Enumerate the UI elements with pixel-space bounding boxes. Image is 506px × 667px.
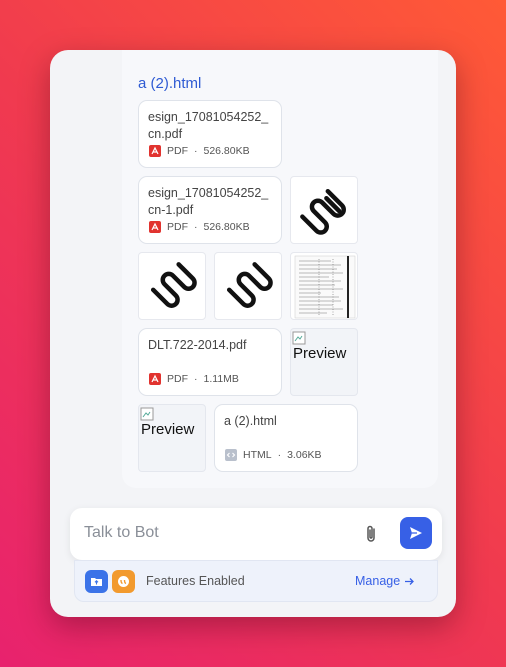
file-card-pdf[interactable]: esign_17081054252_cn-1.pdf PDF · 526.80K… bbox=[138, 176, 282, 244]
meta-separator: · bbox=[194, 145, 198, 157]
file-name: DLT.722-2014.pdf bbox=[148, 338, 247, 352]
meta-separator: · bbox=[194, 373, 198, 385]
broken-image-icon bbox=[140, 407, 154, 421]
chat-input[interactable]: Talk to Bot bbox=[84, 524, 159, 542]
manage-link[interactable]: Manage bbox=[355, 574, 415, 588]
pdf-icon bbox=[149, 221, 161, 233]
file-name: esign_17081054252_cn-1.pdf bbox=[148, 186, 269, 217]
broken-image-icon bbox=[292, 331, 306, 345]
file-meta: HTML · 3.06KB bbox=[225, 449, 322, 461]
spring-logo-icon bbox=[300, 188, 346, 235]
image-preview-broken[interactable]: Preview bbox=[138, 404, 206, 472]
file-type: HTML bbox=[243, 449, 272, 461]
paperclip-icon bbox=[367, 525, 375, 542]
file-card-pdf[interactable]: DLT.722-2014.pdf PDF · 1.11MB bbox=[138, 328, 282, 396]
send-button[interactable] bbox=[400, 517, 432, 549]
file-card-html[interactable]: a (2).html HTML · 3.06KB bbox=[214, 404, 358, 472]
file-meta: PDF · 1.11MB bbox=[149, 373, 239, 385]
file-type: PDF bbox=[167, 145, 188, 157]
file-size: 526.80KB bbox=[203, 145, 250, 157]
file-name: a (2).html bbox=[224, 414, 277, 428]
pdf-icon bbox=[149, 373, 161, 385]
pdf-icon bbox=[149, 145, 161, 157]
file-type: PDF bbox=[167, 373, 188, 385]
file-size: 526.80KB bbox=[203, 221, 250, 233]
file-meta: PDF · 526.80KB bbox=[149, 221, 250, 233]
spring-logo-icon bbox=[226, 262, 273, 308]
spring-logo-icon bbox=[150, 262, 197, 308]
html-icon bbox=[225, 449, 237, 461]
image-thumbnail-logo[interactable] bbox=[290, 176, 358, 244]
features-label: Features Enabled bbox=[146, 574, 245, 588]
chat-window: a (2).html esign_17081054252_cn.pdf PDF … bbox=[50, 50, 456, 617]
image-thumbnail-logo[interactable] bbox=[214, 252, 282, 320]
arrow-right-icon bbox=[405, 577, 415, 585]
document-page-icon bbox=[294, 255, 356, 319]
file-type: PDF bbox=[167, 221, 188, 233]
quote-icon[interactable] bbox=[112, 570, 135, 593]
file-card-pdf[interactable]: esign_17081054252_cn.pdf PDF · 526.80KB bbox=[138, 100, 282, 168]
meta-separator: · bbox=[277, 449, 282, 461]
file-size: 3.06KB bbox=[287, 449, 322, 461]
file-size: 1.11MB bbox=[203, 373, 239, 385]
html-file-link[interactable]: a (2).html bbox=[138, 75, 201, 92]
file-name: esign_17081054252_cn.pdf bbox=[148, 110, 269, 141]
chat-input-bar: Talk to Bot bbox=[70, 508, 442, 560]
image-thumbnail-document[interactable] bbox=[290, 252, 358, 320]
file-meta: PDF · 526.80KB bbox=[149, 145, 250, 157]
image-thumbnail-logo[interactable] bbox=[138, 252, 206, 320]
send-icon bbox=[410, 527, 422, 539]
features-bar: Features Enabled Manage bbox=[74, 560, 438, 602]
preview-alt-text: Preview bbox=[141, 421, 195, 438]
image-preview-broken[interactable]: Preview bbox=[290, 328, 358, 396]
manage-label: Manage bbox=[355, 574, 401, 588]
preview-alt-text: Preview bbox=[293, 345, 347, 362]
attach-button[interactable] bbox=[360, 523, 382, 545]
meta-separator: · bbox=[194, 221, 198, 233]
folder-upload-icon[interactable] bbox=[85, 570, 108, 593]
